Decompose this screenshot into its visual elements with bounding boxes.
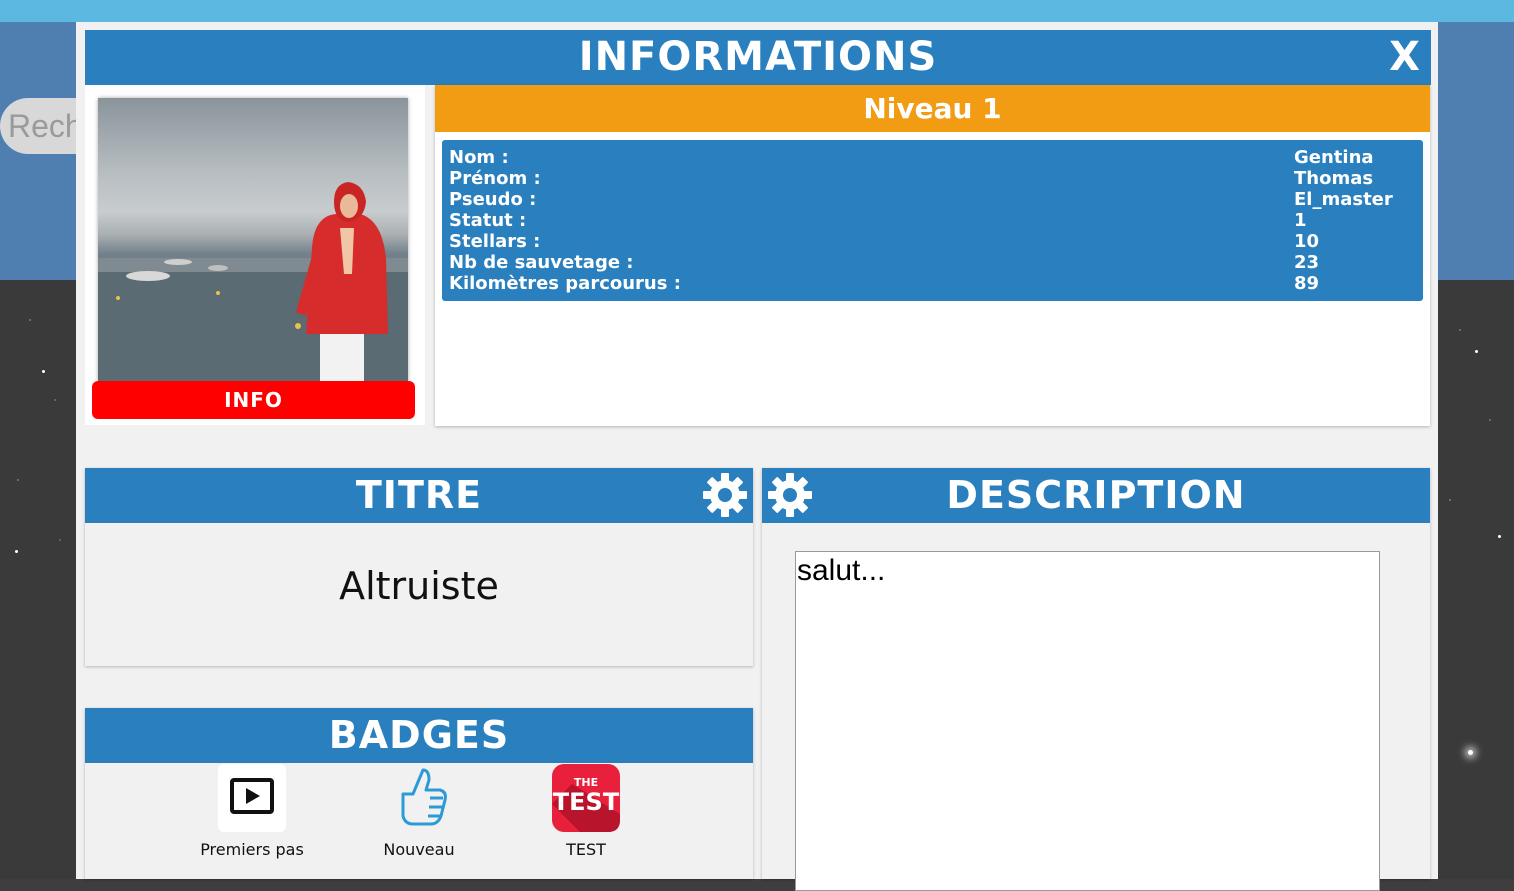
stat-label: Kilomètres parcourus : [449, 273, 681, 294]
star [1475, 350, 1478, 353]
title-panel: TITRE Altruiste [85, 468, 753, 666]
the-test-app-icon: THE TEST [552, 764, 620, 832]
modal-header: INFORMATIONS X [85, 30, 1431, 85]
modal-title: INFORMATIONS [578, 34, 938, 80]
stat-row: Kilomètres parcourus : 89 [449, 273, 1409, 294]
stat-row: Nom : Gentina [449, 147, 1409, 168]
badges-panel: BADGES Premiers pas Nouveau THE TEST TES… [85, 708, 753, 879]
star [15, 550, 18, 553]
stat-value: 1 [1294, 210, 1307, 231]
profile-photo-card: INFO [85, 85, 425, 425]
stats-box: Nom : Gentina Prénom : Thomas Pseudo : E… [442, 140, 1423, 301]
level-banner: Niveau 1 [435, 85, 1430, 132]
stat-label: Statut : [449, 210, 527, 231]
stat-value: 10 [1294, 231, 1320, 252]
stat-row: Statut : 1 [449, 210, 1409, 231]
info-button[interactable]: INFO [92, 381, 415, 419]
star [1498, 535, 1501, 538]
description-textarea[interactable]: salut... [795, 551, 1380, 891]
stat-value: 23 [1294, 252, 1320, 273]
title-panel-heading: TITRE [355, 473, 483, 517]
gear-icon[interactable] [767, 472, 813, 518]
gear-icon[interactable] [702, 472, 748, 518]
title-panel-header: TITRE [85, 468, 753, 523]
stat-label: Nb de sauvetage : [449, 252, 634, 273]
badge-icon-text: TEST [553, 788, 620, 816]
level-card: Niveau 1 Nom : Gentina Prénom : Thomas P… [435, 85, 1430, 426]
stat-value: Gentina [1294, 147, 1374, 168]
description-panel-header: DESCRIPTION [762, 468, 1430, 523]
profile-photo-image [98, 182, 408, 382]
stat-row: Prénom : Thomas [449, 168, 1409, 189]
stat-label: Nom : [449, 147, 509, 168]
stat-label: Prénom : [449, 168, 541, 189]
star [42, 370, 45, 373]
description-panel: DESCRIPTION salut... [762, 468, 1430, 891]
thumbs-up-icon [385, 764, 453, 832]
badge-label: Premiers pas [200, 840, 304, 859]
stat-label: Stellars : [449, 231, 541, 252]
stat-value: 89 [1294, 273, 1320, 294]
badges-panel-header: BADGES [85, 708, 753, 763]
stat-row: Pseudo : El_master [449, 189, 1409, 210]
stat-value: Thomas [1294, 168, 1374, 189]
play-icon [218, 764, 286, 832]
profile-photo [98, 98, 408, 382]
stat-label: Pseudo : [449, 189, 537, 210]
stat-row: Stellars : 10 [449, 231, 1409, 252]
profile-modal: INFORMATIONS X INFO Niveau 1 Nom: Genti… [76, 22, 1438, 891]
badge-label: TEST [566, 840, 606, 859]
stat-value: El_master [1294, 189, 1393, 210]
star [1468, 750, 1473, 755]
title-value: Altruiste [339, 564, 499, 608]
badge-label: Nouveau [383, 840, 455, 859]
close-button[interactable]: X [1389, 30, 1421, 85]
description-panel-heading: DESCRIPTION [946, 473, 1246, 517]
top-stripe [0, 0, 1514, 22]
stat-row: Nb de sauvetage : 23 [449, 252, 1409, 273]
badges-panel-heading: BADGES [328, 713, 510, 757]
